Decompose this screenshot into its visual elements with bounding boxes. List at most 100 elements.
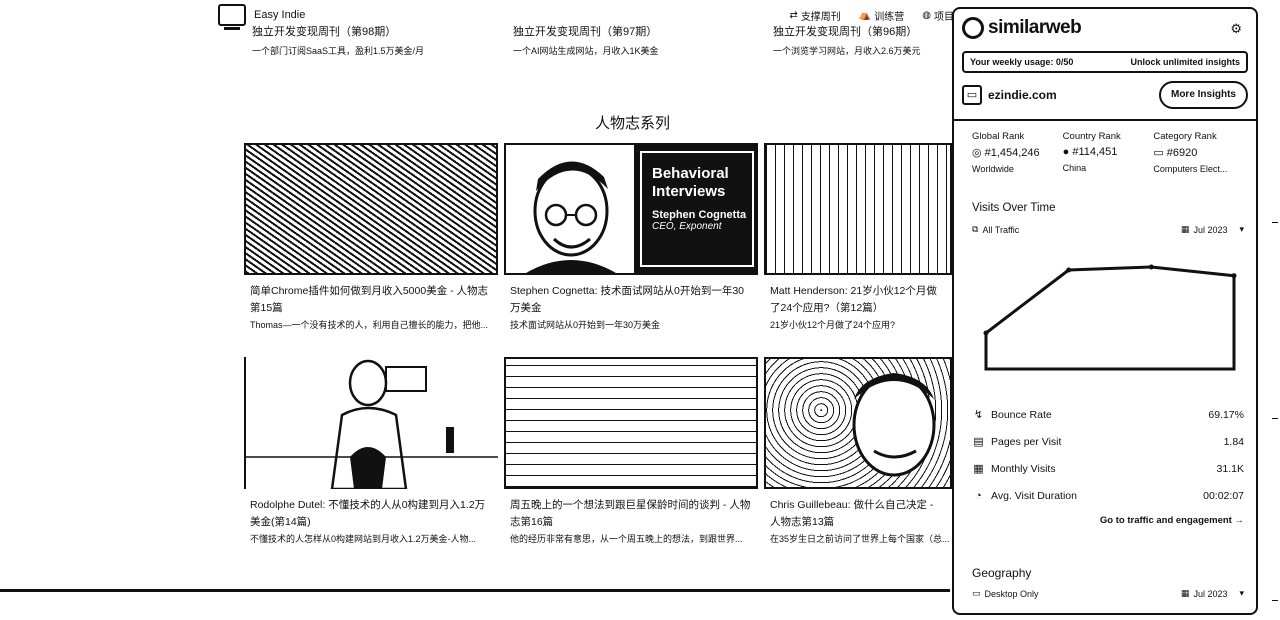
more-insights-button[interactable]: More Insights xyxy=(1158,81,1248,109)
issue-item[interactable]: 独立开发变现周刊（第97期） 一个AI网站生成网站，月收入1K美金 xyxy=(513,24,753,58)
nav-item-weekly[interactable]: ⇄ 支撑周刊 xyxy=(789,8,840,23)
traffic-filter-label: All Traffic xyxy=(982,224,1020,235)
article-card[interactable]: Behavioral Interviews Stephen Cognetta C… xyxy=(504,143,758,332)
card-title[interactable]: Chris Guillebeau: 做什么自己决定 - 人物志第13篇 xyxy=(764,497,952,531)
laptop-logo-icon xyxy=(218,4,246,30)
unlock-link[interactable]: Unlock unlimited insights xyxy=(1130,57,1240,67)
card-thumbnail[interactable] xyxy=(504,357,758,489)
card-thumbnail[interactable] xyxy=(764,357,952,489)
card-title[interactable]: Matt Henderson: 21岁小伙12个月做了24个应用?（第12篇） xyxy=(764,283,952,317)
visits-point[interactable] xyxy=(1066,267,1072,273)
similarweb-body: Global Rank ◎ #1,454,246 Worldwide Count… xyxy=(954,121,1256,599)
bounce-icon: ↯ xyxy=(973,409,984,421)
calendar-icon: ▦ xyxy=(973,463,984,475)
rank-row: Global Rank ◎ #1,454,246 Worldwide Count… xyxy=(972,131,1244,174)
scroll-tick xyxy=(1272,222,1278,223)
rank-value: ● #114,451 xyxy=(1063,146,1154,158)
card-thumbnail[interactable]: Behavioral Interviews Stephen Cognetta C… xyxy=(504,143,758,275)
geo-date-label: Jul 2023 xyxy=(1193,588,1228,599)
metric-label: Avg. Visit Duration xyxy=(991,489,1077,502)
traffic-engagement-link[interactable]: Go to traffic and engagement → xyxy=(972,515,1244,526)
visits-point[interactable] xyxy=(983,330,989,336)
card-title[interactable]: Stephen Cognetta: 技术面试网站从0开始到一年30万美金 xyxy=(504,283,758,317)
issue-desc: 一个部门订阅SaaS工具，盈利1.5万美金/月 xyxy=(252,46,425,56)
metric-label: Bounce Rate xyxy=(991,408,1052,421)
brand[interactable]: Easy Indie xyxy=(218,4,306,30)
scroll-tick xyxy=(1272,600,1278,601)
device-filter[interactable]: ▭ Desktop Only xyxy=(972,588,1039,599)
article-card[interactable]: 简单Chrome插件如何做到月收入5000美金 - 人物志第15篇 Thomas… xyxy=(244,143,498,332)
rank-number: #6920 xyxy=(1166,146,1198,159)
clock-icon: ◔ xyxy=(975,489,982,502)
portrait-illustration xyxy=(526,161,616,273)
card-title[interactable]: 简单Chrome插件如何做到月收入5000美金 - 人物志第15篇 xyxy=(244,283,498,317)
issue-title[interactable]: 独立开发变现周刊（第98期） xyxy=(252,24,492,40)
brand-name: Easy Indie xyxy=(254,9,306,21)
rank-value: ▭ #6920 xyxy=(1153,146,1244,160)
article-card[interactable]: 周五晚上的一个想法到跟巨星保龄时间的谈判 - 人物志第16篇 他的经历非常有意思… xyxy=(504,357,758,546)
scroll-tick xyxy=(1272,418,1278,419)
card-thumbnail[interactable] xyxy=(764,143,952,275)
usage-bar[interactable]: Your weekly usage: 0/50 Unlock unlimited… xyxy=(962,51,1248,73)
rank-label: Global Rank xyxy=(972,131,1025,142)
article-card[interactable]: Rodolphe Dutel: 不懂技术的人从0构建到月入1.2万美金(第14篇… xyxy=(244,357,498,546)
card-title[interactable]: Rodolphe Dutel: 不懂技术的人从0构建到月入1.2万美金(第14篇… xyxy=(244,497,498,531)
rank-label: Country Rank xyxy=(1062,131,1121,142)
issue-title[interactable]: 独立开发变现周刊（第97期） xyxy=(513,24,753,40)
flag-china-icon: ● xyxy=(1062,146,1070,158)
card-thumbnail[interactable] xyxy=(244,357,498,489)
issue-desc: 一个浏览学习网站，月收入2.6万美元 xyxy=(773,46,921,56)
similarweb-panel: similarweb ⚙ Your weekly usage: 0/50 Unl… xyxy=(952,7,1258,615)
gear-icon[interactable]: ⚙ xyxy=(1230,21,1242,37)
card-title[interactable]: 周五晚上的一个想法到跟巨星保龄时间的谈判 - 人物志第16篇 xyxy=(504,497,758,531)
footer-divider xyxy=(0,589,950,592)
exchange-icon: ⇄ xyxy=(789,10,798,21)
card-thumbnail[interactable] xyxy=(244,143,498,275)
metric-value: 31.1K xyxy=(1216,462,1244,475)
metric-row: ↯ Bounce Rate 69.17% xyxy=(972,401,1244,428)
behavioral-interviews-banner: Behavioral Interviews Stephen Cognetta C… xyxy=(634,145,756,273)
date-picker[interactable]: ▦ Jul 2023 ▾ xyxy=(1181,224,1244,235)
desktop-icon: ▭ xyxy=(972,588,981,598)
card-desc: 技术面试网站从0开始到一年30万美金 xyxy=(510,320,661,330)
issue-title[interactable]: 独立开发变现周刊（第96期） xyxy=(773,24,953,40)
banner-name: Stephen Cognetta xyxy=(652,209,747,221)
portrait-illustration xyxy=(852,373,936,477)
article-card[interactable]: Matt Henderson: 21岁小伙12个月做了24个应用?（第12篇） … xyxy=(764,143,952,332)
metric-value: 00:02:07 xyxy=(1203,489,1244,502)
portrait-illustration xyxy=(246,359,498,489)
camp-icon: ⛺ xyxy=(858,10,872,21)
date-label: Jul 2023 xyxy=(1193,224,1228,235)
issue-item[interactable]: 独立开发变现周刊（第98期） 一个部门订阅SaaS工具，盈利1.5万美金/月 xyxy=(252,24,492,58)
project-icon: ◍ xyxy=(922,10,931,21)
nav-item-projects[interactable]: ◍ 项目 xyxy=(922,8,954,23)
category-rank: Category Rank ▭ #6920 Computers Elect... xyxy=(1153,131,1244,174)
chevron-down-icon: ▾ xyxy=(1239,588,1244,598)
usage-text: Your weekly usage: 0/50 xyxy=(970,57,1074,67)
nav-label: 支撑周刊 xyxy=(800,12,841,23)
favicon-icon: ▭ xyxy=(962,85,982,105)
metric-value: 1.84 xyxy=(1223,435,1244,448)
weekly-issues: 独立开发变现周刊（第98期） 一个部门订阅SaaS工具，盈利1.5万美金/月 独… xyxy=(252,24,952,64)
nav-item-camp[interactable]: ⛺ 训练营 xyxy=(859,8,904,23)
issue-item[interactable]: 独立开发变现周刊（第96期） 一个浏览学习网站，月收入2.6万美元 xyxy=(773,24,953,58)
calendar-icon: ▦ xyxy=(1180,224,1190,234)
card-desc: 21岁小伙12个月做了24个应用? xyxy=(770,320,896,330)
visits-series-line xyxy=(984,265,1236,371)
visits-point[interactable] xyxy=(1231,273,1237,279)
geo-date-picker[interactable]: ▦ Jul 2023 ▾ xyxy=(1181,588,1244,599)
metric-row: ▤ Pages per Visit 1.84 xyxy=(972,428,1244,455)
top-nav: ⇄ 支撑周刊 ⛺ 训练营 ◍ 项目 xyxy=(789,8,954,23)
banner-heading: Behavioral Interviews xyxy=(652,165,729,200)
traffic-icon: ⧉ xyxy=(972,224,979,234)
geography-controls: ▭ Desktop Only ▦ Jul 2023 ▾ xyxy=(972,588,1244,599)
device-filter-label: Desktop Only xyxy=(984,588,1039,599)
visits-over-time-title: Visits Over Time xyxy=(972,202,1056,214)
article-card[interactable]: Chris Guillebeau: 做什么自己决定 - 人物志第13篇 在35岁… xyxy=(764,357,952,546)
traffic-filter[interactable]: ⧉ All Traffic xyxy=(972,224,1019,235)
card-desc: 不懂技术的人怎样从0构建网站到月收入1.2万美金-人物... xyxy=(250,534,477,544)
card-desc: 在35岁生日之前访问了世界上每个国家（总... xyxy=(770,534,950,544)
similarweb-logo: similarweb xyxy=(962,17,1248,39)
visits-point[interactable] xyxy=(1148,264,1154,270)
metric-row: ◔ Avg. Visit Duration 00:02:07 xyxy=(972,482,1244,509)
